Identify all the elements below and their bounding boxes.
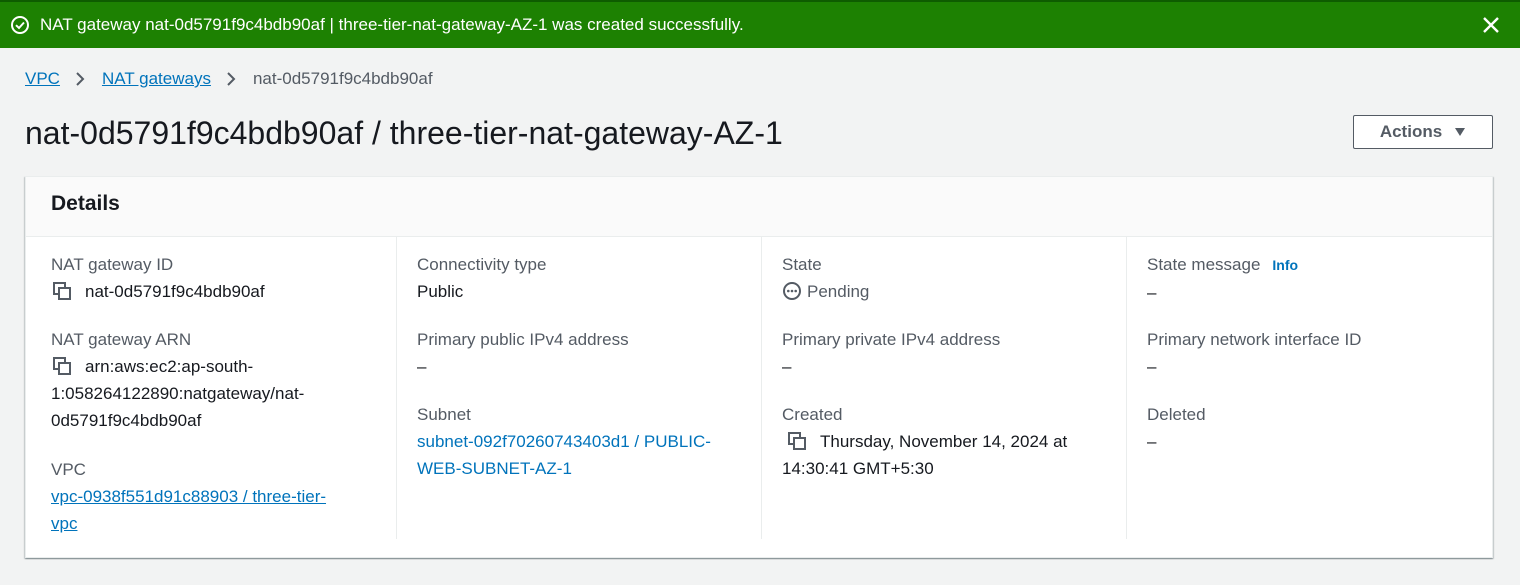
field-label: Subnet — [417, 405, 471, 424]
primary-public-ipv4-field: Primary public IPv4 address – — [417, 326, 747, 380]
copy-icon[interactable] — [51, 355, 73, 377]
deleted-value: – — [1147, 432, 1157, 451]
field-label: NAT gateway ARN — [51, 330, 192, 349]
primary-network-interface-value: – — [1147, 357, 1157, 376]
caret-down-icon — [1455, 128, 1466, 136]
primary-public-ipv4-value: – — [417, 357, 427, 376]
state-value: Pending — [807, 282, 870, 301]
deleted-field: Deleted – — [1147, 401, 1477, 455]
subnet-link-line2[interactable]: WEB-SUBNET-AZ-1 — [417, 459, 572, 478]
vpc-link-line1[interactable]: vpc-0938f551d91c88903 / three-tier- — [51, 487, 326, 506]
details-header: Details — [26, 177, 1492, 237]
close-icon[interactable] — [1480, 14, 1502, 36]
field-label: Primary public IPv4 address — [417, 330, 629, 349]
chevron-right-icon — [227, 72, 236, 86]
state-field: State Pending — [782, 251, 1112, 305]
created-value-line1: Thursday, November 14, 2024 at — [820, 432, 1068, 451]
success-flash-banner: NAT gateway nat-0d5791f9c4bdb90af | thre… — [0, 0, 1520, 48]
field-label: Connectivity type — [417, 255, 547, 274]
field-label: Deleted — [1147, 405, 1206, 424]
nat-gateway-id-field: NAT gateway ID nat-0d5791f9c4bdb90af — [51, 251, 381, 305]
created-value-line2: 14:30:41 GMT+5:30 — [782, 459, 934, 478]
field-label: Primary network interface ID — [1147, 330, 1362, 349]
field-label: VPC — [51, 460, 86, 479]
check-circle-icon — [11, 16, 29, 34]
pending-icon — [783, 281, 801, 300]
nat-gateway-arn-field: NAT gateway ARN arn:aws:ec2:ap-south- 1:… — [51, 326, 381, 434]
actions-button[interactable]: Actions — [1353, 115, 1493, 149]
details-column-1: NAT gateway ID nat-0d5791f9c4bdb90af NAT… — [51, 237, 396, 539]
nat-gateway-arn-line2: 1:058264122890:natgateway/nat- — [51, 384, 305, 403]
copy-icon[interactable] — [786, 430, 808, 452]
breadcrumb-current: nat-0d5791f9c4bdb90af — [252, 69, 433, 88]
field-label: Primary private IPv4 address — [782, 330, 1001, 349]
details-column-3: State Pending Primary private IPv4 addre… — [761, 237, 1126, 539]
actions-label: Actions — [1379, 122, 1443, 141]
primary-network-interface-field: Primary network interface ID – — [1147, 326, 1477, 380]
details-panel: Details NAT gateway ID nat-0d5791f9c4bdb… — [25, 176, 1493, 558]
state-message-field: State message Info – — [1147, 251, 1477, 306]
details-title: Details — [51, 192, 120, 215]
vpc-link-line2[interactable]: vpc — [51, 514, 77, 533]
nat-gateway-arn-line1: arn:aws:ec2:ap-south- — [85, 357, 254, 376]
field-label: State message — [1147, 255, 1261, 274]
chevron-right-icon — [76, 72, 85, 86]
details-column-4: State message Info – Primary network inte… — [1126, 237, 1469, 539]
info-link[interactable]: Info — [1272, 257, 1298, 273]
primary-private-ipv4-field: Primary private IPv4 address – — [782, 326, 1112, 380]
breadcrumb-vpc-link[interactable]: VPC — [25, 69, 60, 89]
page-title: nat-0d5791f9c4bdb90af / three-tier-nat-g… — [25, 115, 783, 151]
flash-message: NAT gateway nat-0d5791f9c4bdb90af | thre… — [40, 15, 744, 34]
field-label: Created — [782, 405, 843, 424]
vpc-field: VPC vpc-0938f551d91c88903 / three-tier- … — [51, 456, 381, 537]
breadcrumb-nat-gateways-link[interactable]: NAT gateways — [102, 69, 211, 89]
connectivity-type-field: Connectivity type Public — [417, 251, 747, 305]
state-message-value: – — [1147, 283, 1157, 302]
created-field: Created Thursday, November 14, 2024 at 1… — [782, 401, 1112, 482]
nat-gateway-arn-line3: 0d5791f9c4bdb90af — [51, 411, 202, 430]
connectivity-type-value: Public — [417, 282, 464, 301]
nat-gateway-id-value: nat-0d5791f9c4bdb90af — [85, 282, 265, 301]
field-label: State — [782, 255, 822, 274]
details-column-2: Connectivity type Public Primary public … — [396, 237, 761, 539]
subnet-link-line1[interactable]: subnet-092f70260743403d1 / PUBLIC- — [417, 432, 711, 451]
field-label: NAT gateway ID — [51, 255, 174, 274]
copy-icon[interactable] — [51, 280, 73, 302]
subnet-field: Subnet subnet-092f70260743403d1 / PUBLIC… — [417, 401, 747, 482]
breadcrumb: VPC NAT gateways nat-0d5791f9c4bdb90af — [25, 69, 433, 89]
primary-private-ipv4-value: – — [782, 357, 792, 376]
